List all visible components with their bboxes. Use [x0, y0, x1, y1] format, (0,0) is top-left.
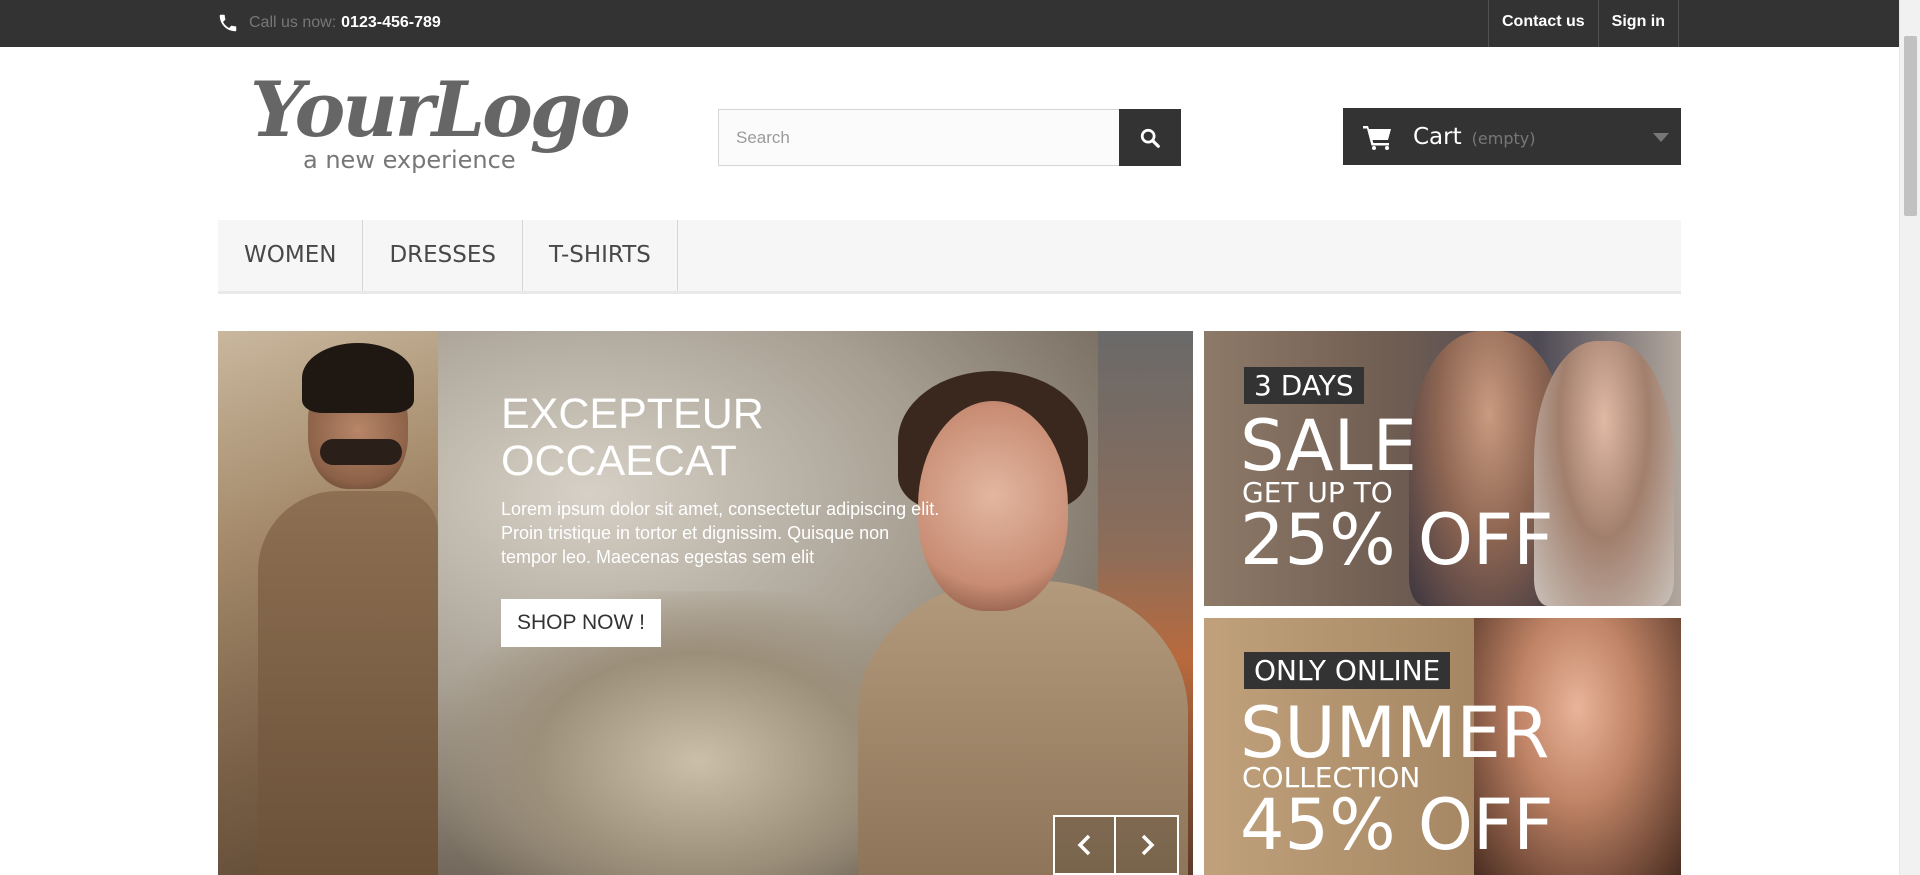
shop-now-button[interactable]: SHOP NOW !	[501, 599, 661, 647]
contact-us-link[interactable]: Contact us	[1488, 0, 1598, 47]
slider-next-button[interactable]	[1116, 815, 1179, 875]
slider-side-image	[218, 331, 438, 875]
cart-icon	[1363, 125, 1391, 150]
banner-offer: 45% OFF	[1240, 784, 1554, 866]
top-links: Contact us Sign in	[1488, 0, 1679, 47]
banner-headline: SALE	[1240, 405, 1417, 487]
home-slider: EXCEPTEUR OCCAECAT Lorem ipsum dolor sit…	[218, 331, 1193, 875]
menu-item-women[interactable]: WOMEN	[218, 220, 364, 291]
phone-number: 0123-456-789	[341, 14, 441, 31]
cart-label: Cart	[1413, 123, 1462, 150]
site-logo[interactable]: YourLogo a new experience	[250, 72, 631, 182]
slider-caption: EXCEPTEUR OCCAECAT Lorem ipsum dolor sit…	[501, 391, 941, 647]
scrollbar-thumb[interactable]	[1904, 36, 1917, 216]
banner-headline: SUMMER	[1240, 692, 1550, 774]
menu-item-tshirts[interactable]: T-SHIRTS	[523, 220, 678, 291]
menu-item-dresses[interactable]: DRESSES	[363, 220, 523, 291]
chevron-left-icon	[1077, 834, 1090, 856]
chevron-down-icon	[1653, 133, 1669, 142]
cart-button[interactable]: Cart (empty)	[1343, 108, 1681, 165]
slider-nav	[1053, 815, 1179, 875]
logo-tagline: a new experience	[303, 146, 516, 174]
slider-prev-button[interactable]	[1053, 815, 1116, 875]
phone-icon	[219, 14, 237, 32]
slider-description: Lorem ipsum dolor sit amet, consectetur …	[501, 499, 940, 567]
promo-banner-sale[interactable]: 3 DAYS SALE GET UP TO 25% OFF	[1204, 331, 1681, 606]
search-input[interactable]	[718, 109, 1119, 166]
search-button[interactable]	[1119, 109, 1181, 166]
banner-tag: 3 DAYS	[1244, 367, 1364, 404]
chevron-right-icon	[1141, 834, 1154, 856]
main-menu: WOMEN DRESSES T-SHIRTS	[218, 220, 1681, 294]
slider-title: EXCEPTEUR OCCAECAT	[501, 390, 764, 485]
top-bar: Call us now: 0123-456-789 Contact us Sig…	[0, 0, 1899, 47]
banner-offer: 25% OFF	[1240, 499, 1554, 581]
phone-info: Call us now: 0123-456-789	[217, 8, 441, 38]
phone-label: Call us now:	[249, 14, 337, 31]
page-scrollbar[interactable]	[1899, 0, 1920, 875]
promo-banner-summer[interactable]: ONLY ONLINE SUMMER COLLECTION 45% OFF	[1204, 618, 1681, 875]
cart-status: (empty)	[1471, 128, 1536, 148]
sign-in-link[interactable]: Sign in	[1597, 0, 1679, 47]
banner-tag: ONLY ONLINE	[1244, 652, 1451, 689]
search-bar	[718, 109, 1181, 166]
logo-text: YourLogo	[250, 65, 631, 154]
search-icon	[1140, 128, 1160, 148]
